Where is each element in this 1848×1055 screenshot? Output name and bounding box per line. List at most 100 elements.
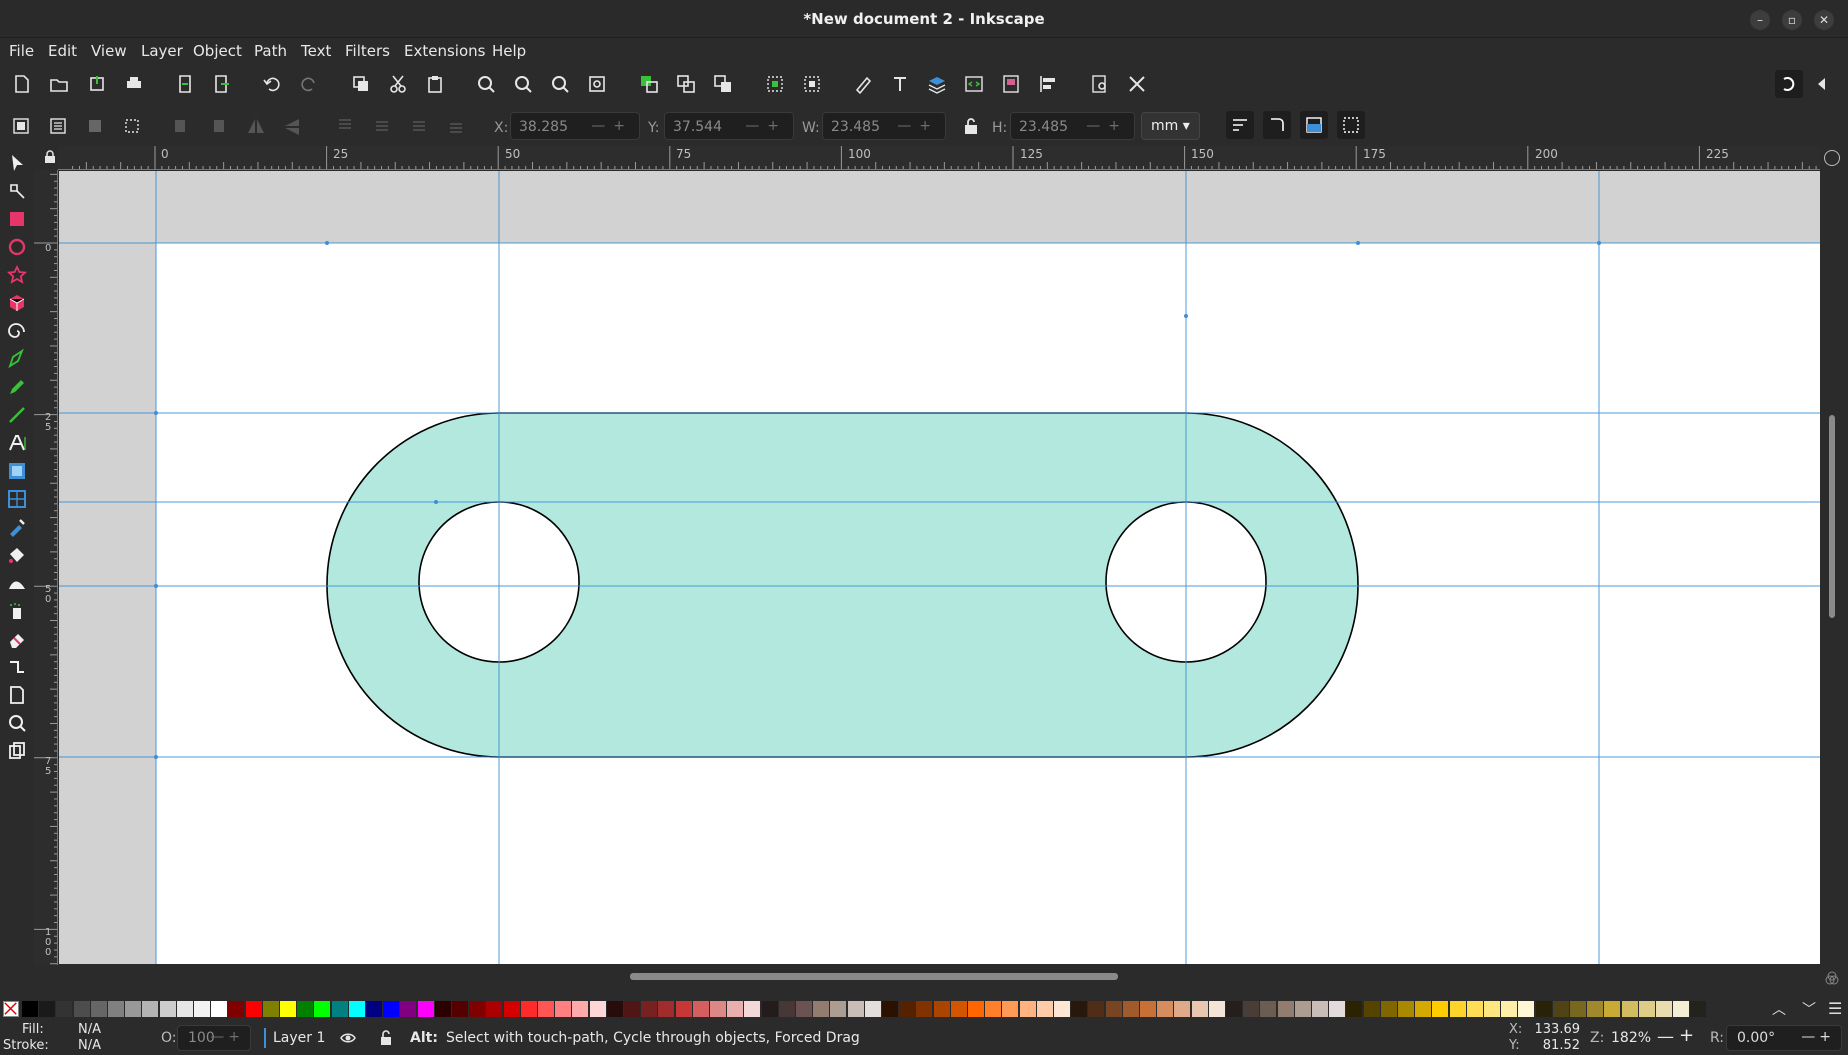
- cut-icon[interactable]: [387, 73, 409, 95]
- palette-swatch[interactable]: [452, 1001, 468, 1017]
- pages-tool-icon[interactable]: [6, 684, 28, 706]
- ungroup-icon[interactable]: [801, 73, 823, 95]
- w-stepper-icon[interactable]: —+: [897, 118, 939, 134]
- text-font-icon[interactable]: [889, 73, 911, 95]
- palette-swatch[interactable]: [813, 1001, 830, 1017]
- layer-indicator[interactable]: [264, 1028, 266, 1048]
- open-icon[interactable]: [48, 73, 70, 95]
- palette-swatch[interactable]: [1363, 1001, 1380, 1017]
- menu-text[interactable]: Text: [301, 42, 331, 60]
- palette-swatch[interactable]: [1277, 1001, 1294, 1017]
- palette-swatch[interactable]: [520, 1001, 537, 1017]
- palette-swatch[interactable]: [1466, 1001, 1483, 1017]
- eye-icon[interactable]: [339, 1029, 357, 1051]
- export-icon[interactable]: [210, 73, 232, 95]
- palette-swatch[interactable]: [589, 1001, 606, 1017]
- zoom-tool-icon[interactable]: [6, 712, 28, 734]
- palette-swatch[interactable]: [1535, 1001, 1552, 1017]
- palette-swatch[interactable]: [1484, 1001, 1500, 1017]
- palette-swatch[interactable]: [675, 1001, 692, 1017]
- save-icon[interactable]: [86, 73, 108, 95]
- palette-swatch[interactable]: [847, 1001, 864, 1017]
- snap-menu-icon[interactable]: [1811, 73, 1833, 95]
- zoom-page-icon[interactable]: [549, 73, 571, 95]
- text-tool-icon[interactable]: [6, 432, 28, 454]
- palette-swatch[interactable]: [1570, 1001, 1586, 1017]
- maximize-button[interactable]: ▫: [1782, 10, 1802, 30]
- unit-select[interactable]: mm ▾: [1141, 112, 1200, 140]
- h-field[interactable]: 23.485 —+: [1010, 112, 1135, 140]
- palette-swatch[interactable]: [916, 1001, 933, 1017]
- layers-icon[interactable]: [926, 73, 948, 95]
- palette-swatch[interactable]: [778, 1001, 795, 1017]
- palette-swatch[interactable]: [73, 1001, 90, 1017]
- snap-toggle-icon[interactable]: [1775, 70, 1803, 98]
- scale-stroke-icon[interactable]: [1226, 111, 1254, 139]
- align-distribute-icon[interactable]: [1037, 73, 1059, 95]
- unlink-clone-icon[interactable]: [712, 73, 734, 95]
- palette-swatch[interactable]: [228, 1001, 245, 1017]
- minimize-button[interactable]: –: [1750, 10, 1770, 30]
- palette-swatch[interactable]: [744, 1001, 761, 1017]
- palette-swatch[interactable]: [1260, 1001, 1277, 1017]
- star-tool-icon[interactable]: [6, 264, 28, 286]
- palette-swatch[interactable]: [1398, 1001, 1414, 1017]
- color-managed-icon[interactable]: [1824, 970, 1840, 986]
- palette-swatch[interactable]: [314, 1001, 331, 1017]
- palette-swatch[interactable]: [176, 1001, 193, 1017]
- spiral-tool-icon[interactable]: [6, 320, 28, 342]
- palette-swatch[interactable]: [624, 1001, 640, 1017]
- h-stepper-icon[interactable]: —+: [1086, 118, 1128, 134]
- palette-swatch[interactable]: [39, 1001, 56, 1017]
- palette-swatch[interactable]: [555, 1001, 572, 1017]
- no-paint-swatch[interactable]: [3, 1001, 19, 1017]
- palette-swatch[interactable]: [1208, 1001, 1225, 1017]
- fill-stroke-icon[interactable]: [852, 73, 874, 95]
- palette-swatch[interactable]: [366, 1001, 382, 1017]
- menu-help[interactable]: Help: [492, 42, 526, 60]
- ruler-corner-lock-icon[interactable]: [44, 150, 56, 164]
- palette-swatch[interactable]: [864, 1001, 881, 1017]
- palette-scroll-down-icon[interactable]: ﹀: [1802, 999, 1816, 1019]
- palette-swatch[interactable]: [56, 1001, 73, 1017]
- select-all-icon[interactable]: [10, 115, 32, 137]
- find-replace-icon[interactable]: [1089, 73, 1111, 95]
- zoom-center-page-icon[interactable]: [586, 73, 608, 95]
- palette-swatch[interactable]: [710, 1001, 726, 1017]
- palette-swatch[interactable]: [1501, 1001, 1518, 1017]
- palette-swatch[interactable]: [1449, 1001, 1466, 1017]
- palette-swatch[interactable]: [1432, 1001, 1449, 1017]
- palette-swatch[interactable]: [1019, 1001, 1036, 1017]
- document-properties-icon[interactable]: [1000, 73, 1022, 95]
- palette-swatch[interactable]: [606, 1001, 623, 1017]
- clone-icon[interactable]: [675, 73, 697, 95]
- palette-swatch[interactable]: [950, 1001, 967, 1017]
- eraser-tool-icon[interactable]: [6, 628, 28, 650]
- y-stepper-icon[interactable]: —+: [745, 118, 787, 134]
- drawing-canvas[interactable]: [59, 171, 1820, 964]
- preferences-icon[interactable]: [1126, 73, 1148, 95]
- palette-scroll-up-icon[interactable]: ︿: [1772, 999, 1786, 1019]
- menu-filters[interactable]: Filters: [345, 42, 390, 60]
- fill-value[interactable]: N/A: [78, 1022, 101, 1037]
- rotate-field[interactable]: 0.00° —+: [1726, 1025, 1842, 1051]
- palette-swatch[interactable]: [1638, 1001, 1655, 1017]
- palette-swatch[interactable]: [1174, 1001, 1191, 1017]
- palette-swatch[interactable]: [1243, 1001, 1260, 1017]
- palette-swatch[interactable]: [1088, 1001, 1105, 1017]
- gradient-tool-icon[interactable]: [6, 460, 28, 482]
- palette-swatch[interactable]: [641, 1001, 658, 1017]
- palette-swatch[interactable]: [1122, 1001, 1139, 1017]
- palette-swatch[interactable]: [211, 1001, 228, 1017]
- pen-tool-icon[interactable]: [6, 348, 28, 370]
- new-document-icon[interactable]: [10, 73, 32, 95]
- zoom-out-icon[interactable]: —: [1657, 1027, 1674, 1047]
- menu-layer[interactable]: Layer: [141, 42, 183, 60]
- palette-swatch[interactable]: [985, 1001, 1002, 1017]
- palette-swatch[interactable]: [194, 1001, 210, 1017]
- move-patterns-icon[interactable]: [1337, 111, 1365, 139]
- scale-corners-icon[interactable]: [1263, 111, 1291, 139]
- palette-swatch[interactable]: [1294, 1001, 1311, 1017]
- close-button[interactable]: ✕: [1814, 10, 1834, 30]
- x-field[interactable]: 38.285 —+: [510, 112, 640, 140]
